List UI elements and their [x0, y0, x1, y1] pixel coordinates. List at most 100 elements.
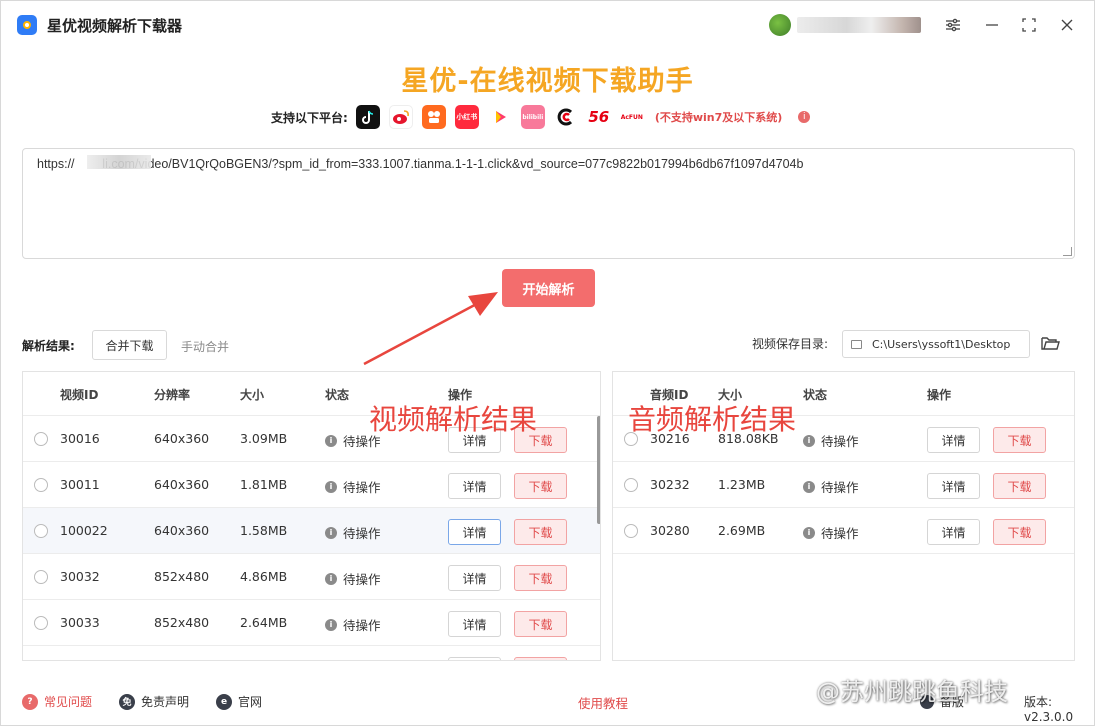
- table-row[interactable]: 30280 2.69MB i 待操作 详情 下载: [613, 508, 1074, 554]
- resize-grip-icon[interactable]: [1063, 247, 1072, 256]
- video-size: 1.81MB: [240, 477, 288, 492]
- detail-button[interactable]: 详情: [448, 519, 501, 545]
- status-text: 待操作: [343, 618, 381, 633]
- download-button[interactable]: 下载: [993, 473, 1046, 499]
- video-status: i 待操作: [325, 569, 381, 588]
- mango-icon: [553, 105, 578, 129]
- xiaohongshu-icon: 小红书: [454, 105, 479, 129]
- disclaimer-icon: 免: [119, 693, 135, 710]
- download-button[interactable]: 下载: [514, 519, 567, 545]
- user-avatar[interactable]: [769, 14, 791, 36]
- audio-status: i 待操作: [803, 477, 859, 496]
- weibo-icon: [388, 105, 413, 129]
- website-link[interactable]: e 官网: [216, 693, 262, 710]
- open-folder-icon[interactable]: [1040, 333, 1060, 353]
- 56-icon-text: 56: [588, 108, 610, 126]
- video-col-status: 状态: [325, 388, 350, 402]
- manual-merge-link[interactable]: 手动合并: [181, 338, 229, 355]
- row-radio[interactable]: [34, 432, 48, 446]
- faq-label: 常见问题: [44, 695, 93, 709]
- download-button[interactable]: 下载: [514, 565, 567, 591]
- close-icon[interactable]: [1055, 13, 1079, 37]
- watermark: @苏州跳跳鱼科技: [816, 678, 1008, 706]
- audio-id: 30280: [650, 523, 690, 538]
- detail-button[interactable]: 详情: [927, 519, 980, 545]
- video-status: i 待操作: [325, 523, 381, 542]
- app-title: 星优视频解析下载器: [47, 17, 183, 35]
- table-row[interactable]: 30033 852x480 2.64MB i 待操作 详情 下载: [23, 600, 600, 646]
- audio-status: i 待操作: [803, 523, 859, 542]
- tutorial-link[interactable]: 使用教程: [578, 693, 628, 712]
- acfun-icon-text: AcFUN: [620, 113, 643, 121]
- row-radio[interactable]: [34, 616, 48, 630]
- table-row[interactable]: 30032 852x480 4.86MB i 待操作 详情 下载: [23, 554, 600, 600]
- video-id: 100022: [60, 523, 108, 538]
- row-radio[interactable]: [624, 524, 638, 538]
- kuaishou-icon: [421, 105, 446, 129]
- video-resolution: 640x360: [154, 523, 210, 538]
- platform-row: 支持以下平台: 小红书 bilibili 56 AcFUN (不支持win7及以下系统…: [271, 104, 811, 130]
- url-input[interactable]: [22, 148, 1075, 259]
- app-window: 星优视频解析下载器 星优-在线视频下载助手 支持以下平台: 小红书 bilibil…: [0, 0, 1095, 726]
- maximize-icon[interactable]: [1017, 13, 1041, 37]
- info-status-icon: i: [803, 526, 815, 539]
- row-radio[interactable]: [34, 570, 48, 584]
- video-size: 2.64MB: [240, 615, 288, 630]
- detail-button[interactable]: 详情: [927, 473, 980, 499]
- audio-result-annotation: 音频解析结果: [628, 403, 797, 436]
- disclaimer-link[interactable]: 免 免责声明: [119, 693, 189, 710]
- table-row[interactable]: 30232 1.23MB i 待操作 详情 下载: [613, 462, 1074, 508]
- xiaohongshu-icon-text: 小红书: [456, 113, 478, 121]
- info-status-icon: i: [325, 618, 337, 631]
- download-button[interactable]: 下载: [514, 473, 567, 499]
- video-id: 30032: [60, 569, 100, 584]
- app-logo-icon: [17, 15, 37, 35]
- info-status-icon: i: [325, 434, 337, 447]
- result-label: 解析结果:: [22, 339, 75, 353]
- row-radio[interactable]: [34, 524, 48, 538]
- download-button[interactable]: 下载: [993, 427, 1046, 453]
- save-dir-input[interactable]: C:\Users\yssoft1\Desktop: [842, 330, 1030, 358]
- row-radio[interactable]: [34, 478, 48, 492]
- detail-button[interactable]: 详情: [927, 427, 980, 453]
- info-status-icon: i: [803, 480, 815, 493]
- download-button[interactable]: 下载: [993, 519, 1046, 545]
- info-icon[interactable]: i: [798, 111, 811, 123]
- detail-button-partial[interactable]: [448, 657, 501, 660]
- download-button-partial[interactable]: [514, 657, 567, 660]
- detail-button[interactable]: 详情: [448, 611, 501, 637]
- merge-download-button[interactable]: 合并下载: [92, 330, 167, 360]
- iqiyi-play-icon: [487, 105, 512, 129]
- question-icon: ?: [22, 693, 38, 710]
- download-button[interactable]: 下载: [514, 611, 567, 637]
- unsupported-notice: (不支持win7及以下系统): [654, 111, 783, 124]
- faq-link[interactable]: ? 常见问题: [22, 693, 92, 710]
- detail-button[interactable]: 详情: [448, 565, 501, 591]
- detail-button[interactable]: 详情: [448, 473, 501, 499]
- 56-icon: 56: [586, 105, 611, 129]
- audio-size: 2.69MB: [718, 523, 766, 538]
- audio-col-action: 操作: [927, 388, 952, 402]
- folder-small-icon: [851, 339, 862, 349]
- status-text: 待操作: [343, 572, 381, 587]
- row-radio[interactable]: [624, 478, 638, 492]
- audio-id: 30232: [650, 477, 690, 492]
- video-id: 30033: [60, 615, 100, 630]
- acfun-icon: AcFUN: [619, 105, 644, 129]
- douyin-icon: [355, 105, 380, 129]
- video-resolution: 852x480: [154, 615, 210, 630]
- settings-sliders-icon[interactable]: [941, 13, 965, 37]
- info-status-icon: i: [803, 434, 815, 447]
- minimize-icon[interactable]: [980, 13, 1004, 37]
- video-resolution: 852x480: [154, 569, 210, 584]
- video-size: 4.86MB: [240, 569, 288, 584]
- video-col-res: 分辨率: [154, 388, 191, 402]
- info-status-icon: i: [325, 526, 337, 539]
- bilibili-icon: bilibili: [520, 105, 545, 129]
- table-row[interactable]: 30011 640x360 1.81MB i 待操作 详情 下载: [23, 462, 600, 508]
- video-col-size: 大小: [240, 388, 265, 402]
- video-resolution: 640x360: [154, 477, 210, 492]
- video-table-scrollbar[interactable]: [597, 416, 600, 524]
- save-dir-label: 视频保存目录:: [752, 337, 829, 351]
- table-row[interactable]: 100022 640x360 1.58MB i 待操作 详情 下载: [23, 508, 600, 554]
